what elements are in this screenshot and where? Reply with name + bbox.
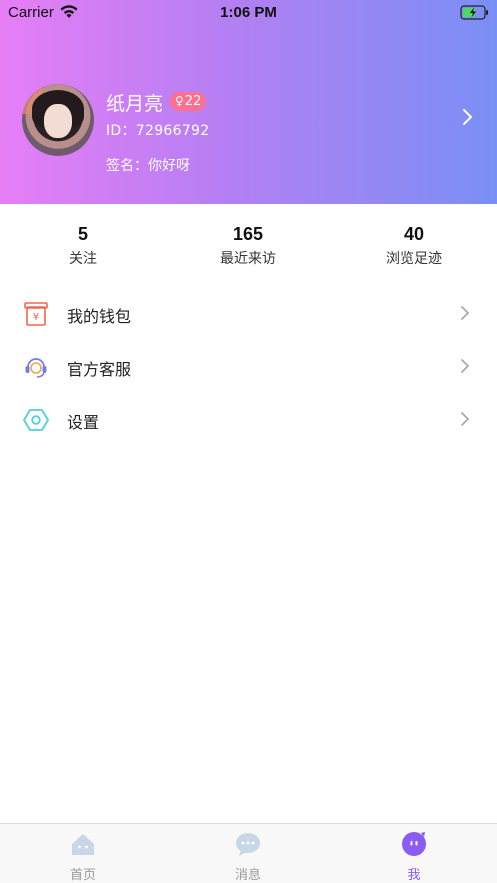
- tab-me[interactable]: 我: [354, 824, 474, 883]
- age-value: 22: [184, 94, 202, 109]
- menu-label: 我的钱包: [67, 307, 132, 326]
- tab-label: 我: [407, 868, 421, 883]
- tab-label: 首页: [69, 868, 96, 883]
- tab-label: 消息: [234, 868, 261, 883]
- tab-home[interactable]: 首页: [23, 824, 143, 883]
- stat-value: 40: [403, 224, 425, 244]
- stat-label: 浏览足迹: [386, 251, 442, 267]
- menu-list: ¥ 我的钱包 官方客服 设置: [0, 288, 497, 447]
- settings-icon: [23, 409, 49, 431]
- stat-following[interactable]: 5 关注: [28, 222, 138, 268]
- chevron-right-icon: [461, 306, 470, 320]
- menu-label: 官方客服: [67, 360, 132, 379]
- tab-messages[interactable]: 消息: [188, 824, 308, 883]
- user-id: ID：72966792: [106, 123, 210, 139]
- wallet-icon: ¥: [24, 302, 48, 326]
- chevron-right-icon: [461, 359, 470, 373]
- stat-label: 关注: [69, 251, 97, 267]
- me-icon: [402, 832, 426, 856]
- menu-item-customer-service[interactable]: 官方客服: [0, 341, 497, 394]
- customer-service-icon: [25, 358, 47, 378]
- profile-header[interactable]: Carrier 1:06 PM 纸月亮 ♀ 22 ID：72966792 签名：…: [0, 0, 497, 204]
- stat-value: 165: [232, 224, 264, 244]
- clock: 1:06 PM: [220, 4, 277, 21]
- gender-age-badge: ♀ 22: [170, 92, 207, 111]
- status-bar: Carrier 1:06 PM: [0, 0, 497, 26]
- stat-label: 最近来访: [220, 251, 276, 267]
- menu-label: 设置: [67, 413, 100, 432]
- username: 纸月亮: [106, 93, 164, 115]
- message-icon: [236, 833, 260, 856]
- female-icon: ♀: [175, 94, 184, 108]
- menu-item-settings[interactable]: 设置: [0, 394, 497, 447]
- stats-row: 5 关注 165 最近来访 40 浏览足迹: [0, 222, 497, 272]
- menu-item-wallet[interactable]: ¥ 我的钱包: [0, 288, 497, 341]
- chevron-right-icon: [461, 412, 470, 426]
- home-icon: [72, 834, 94, 855]
- stat-browse-history[interactable]: 40 浏览足迹: [359, 222, 469, 268]
- tab-bar: 首页 消息 我: [0, 823, 497, 883]
- chevron-right-icon[interactable]: [462, 108, 474, 126]
- svg-text:¥: ¥: [33, 312, 39, 323]
- stat-recent-visitors[interactable]: 165 最近来访: [193, 222, 303, 268]
- signature: 签名：你好呀: [106, 158, 190, 174]
- avatar[interactable]: [22, 84, 94, 156]
- battery-icon: [460, 5, 488, 20]
- stat-value: 5: [77, 224, 88, 244]
